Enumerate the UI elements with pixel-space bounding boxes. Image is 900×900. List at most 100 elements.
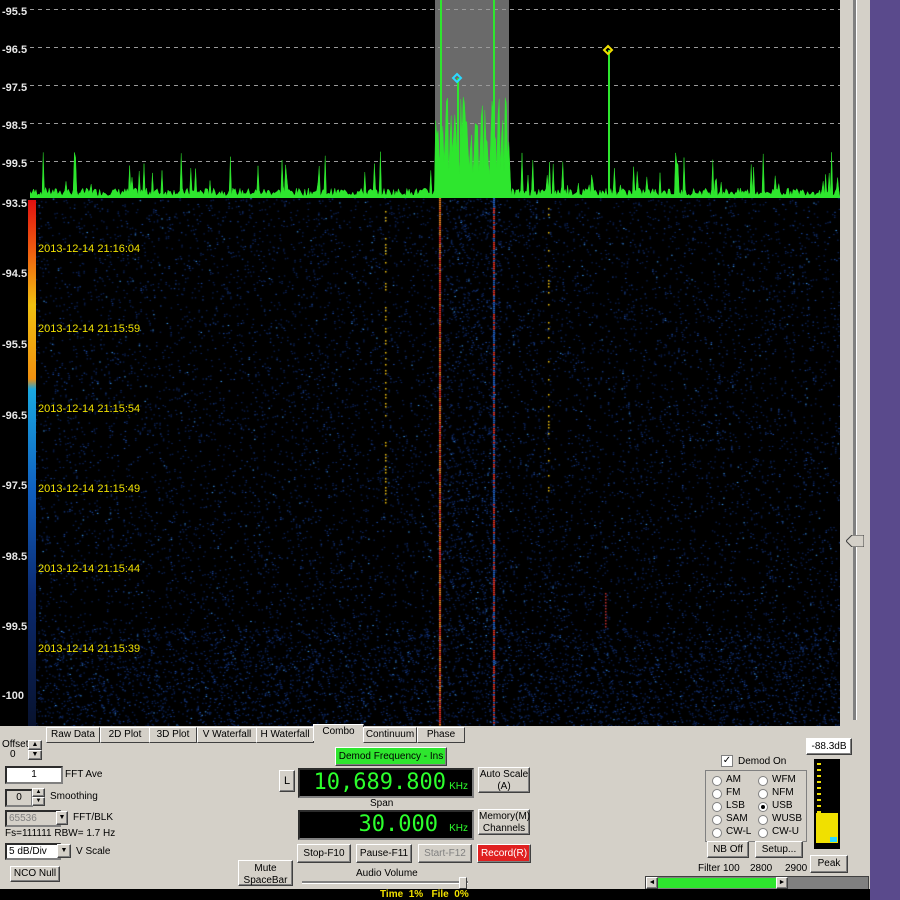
mode-label: USB xyxy=(772,800,793,811)
auto-scale-button[interactable]: Auto Scale (A) xyxy=(478,767,530,793)
smoothing-up-button[interactable]: ▲ xyxy=(32,788,45,797)
waterfall-axis-label: -95.5 xyxy=(2,339,28,351)
waterfall-axis-label: -99.5 xyxy=(2,621,28,633)
smoothing-input[interactable]: 0 xyxy=(5,789,33,807)
window-border xyxy=(870,0,900,900)
filter-scrollbar[interactable]: ◄ ► xyxy=(645,876,869,890)
spectrum-axis-label: -95.5 xyxy=(2,6,28,18)
nco-null-button[interactable]: NCO Null xyxy=(10,866,60,882)
vscale-dropdown-icon[interactable]: ▼ xyxy=(57,844,71,858)
carrier-line xyxy=(493,0,495,198)
record-button[interactable]: Record(R) xyxy=(477,844,531,863)
waterfall-timestamp: 2013-12-14 21:16:04 xyxy=(38,243,141,255)
memory-channels-button[interactable]: Memory(M) Channels xyxy=(478,809,530,835)
fft-ave-label: FFT Ave xyxy=(65,769,103,780)
meter-tick xyxy=(817,781,821,783)
meter-tick xyxy=(817,769,821,771)
audio-volume-track xyxy=(302,881,468,884)
mode-label: SAM xyxy=(726,813,748,824)
demod-frequency-button[interactable]: Demod Frequency - Ins xyxy=(335,747,447,766)
meter-tick xyxy=(817,763,821,765)
filter-low: 100 xyxy=(723,863,740,874)
filter-range-bar[interactable] xyxy=(658,878,776,888)
mode-label: LSB xyxy=(726,800,745,811)
spectrum-plot[interactable] xyxy=(30,0,840,198)
meter-peak-marker xyxy=(830,837,837,842)
setup-button[interactable]: Setup... xyxy=(755,841,803,858)
waterfall-axis-label: -100 xyxy=(2,690,25,702)
fft-blk-label: FFT/BLK xyxy=(73,812,114,823)
meter-tick xyxy=(817,793,821,795)
mode-radio-fm[interactable] xyxy=(712,789,722,799)
mode-label: FM xyxy=(726,787,741,798)
tab-raw-data[interactable]: Raw Data xyxy=(46,727,100,743)
slider-track xyxy=(853,0,857,720)
pause-button[interactable]: Pause-F11 xyxy=(356,844,412,863)
offset-value: 0 xyxy=(10,749,16,760)
span-display[interactable]: 30.000 KHz xyxy=(298,810,474,840)
vscale-label: V Scale xyxy=(76,846,111,857)
span-label: Span xyxy=(370,798,394,809)
mute-button[interactable]: Mute SpaceBar xyxy=(238,860,293,886)
span-value: 30.000 xyxy=(358,812,438,837)
meter-tick xyxy=(817,811,821,813)
fft-blk-dropdown-icon[interactable]: ▼ xyxy=(56,811,68,825)
stop-button[interactable]: Stop-F10 xyxy=(297,844,351,863)
mode-radio-wfm[interactable] xyxy=(758,776,768,786)
mode-radio-wusb[interactable] xyxy=(758,815,768,825)
carrier-line xyxy=(440,0,442,198)
spectrum-axis-label: -97.5 xyxy=(2,82,28,94)
mode-radio-usb[interactable] xyxy=(758,802,768,812)
tab-2d-plot[interactable]: 2D Plot xyxy=(100,727,150,743)
status-bar: Time 1% File 0% xyxy=(0,889,870,900)
mode-label: NFM xyxy=(772,787,794,798)
offset-up-button[interactable]: ▲ xyxy=(28,740,42,750)
tab-h-waterfall[interactable]: H Waterfall xyxy=(256,727,314,743)
tab-phase[interactable]: Phase xyxy=(417,727,465,743)
carrier-line xyxy=(457,78,459,198)
tab-v-waterfall[interactable]: V Waterfall xyxy=(197,727,257,743)
spectrum-axis-label: -99.5 xyxy=(2,158,28,170)
tab-3d-plot[interactable]: 3D Plot xyxy=(149,727,197,743)
mode-radio-am[interactable] xyxy=(712,776,722,786)
filter-scroll-right-icon[interactable]: ► xyxy=(776,877,788,889)
tab-continuum[interactable]: Continuum xyxy=(363,727,417,743)
filter-label: Filter xyxy=(698,863,721,874)
axis-labels: -95.5 -96.5 -97.5 -98.5 -99.5 -93.5 -94.5 -95.5… xyxy=(0,0,30,726)
spectrum-axis-label: -98.5 xyxy=(2,120,28,132)
mode-label: CW-L xyxy=(726,826,752,837)
smoothing-down-button[interactable]: ▼ xyxy=(32,797,45,806)
waterfall-axis-label: -96.5 xyxy=(2,410,28,422)
mode-radio-lsb[interactable] xyxy=(712,802,722,812)
fft-ave-input[interactable]: 1 xyxy=(5,766,63,784)
slider-thumb[interactable] xyxy=(845,534,865,548)
smoothing-label: Smoothing xyxy=(50,791,98,802)
mode-radio-cw-l[interactable] xyxy=(712,828,722,838)
filter-scroll-left-icon[interactable]: ◄ xyxy=(646,877,658,889)
waterfall-timestamp: 2013-12-14 21:15:44 xyxy=(38,563,141,575)
carrier-line xyxy=(608,50,610,198)
meter-tick xyxy=(817,799,821,801)
waterfall-timestamp: 2013-12-14 21:15:54 xyxy=(38,403,141,415)
waterfall-axis-label: -97.5 xyxy=(2,480,28,492)
offset-down-button[interactable]: ▼ xyxy=(28,750,42,760)
spectrum-svg xyxy=(30,0,840,198)
tab-combo[interactable]: Combo xyxy=(313,724,364,741)
vscale-select[interactable]: 5 dB/Div xyxy=(5,843,61,860)
audio-volume-thumb[interactable] xyxy=(458,877,467,889)
frequency-display[interactable]: 10,689.800 KHz xyxy=(298,768,474,798)
mode-radio-sam[interactable] xyxy=(712,815,722,825)
fft-blk-select[interactable]: 65536 xyxy=(5,810,61,827)
waterfall-timestamp: 2013-12-14 21:15:59 xyxy=(38,323,141,335)
mode-radio-cw-u[interactable] xyxy=(758,828,768,838)
peak-button[interactable]: Peak xyxy=(810,855,848,873)
demod-on-checkbox[interactable]: ✓ xyxy=(721,755,733,767)
nb-off-button[interactable]: NB Off xyxy=(707,841,749,858)
l-button[interactable]: L xyxy=(279,770,295,792)
waterfall-plot[interactable] xyxy=(30,198,840,726)
start-button[interactable]: Start-F12 xyxy=(418,844,472,863)
waterfall-timestamp: 2013-12-14 21:15:39 xyxy=(38,643,141,655)
mode-radio-nfm[interactable] xyxy=(758,789,768,799)
waterfall-timestamp: 2013-12-14 21:15:49 xyxy=(38,483,141,495)
frequency-value: 10,689.800 xyxy=(313,770,446,795)
